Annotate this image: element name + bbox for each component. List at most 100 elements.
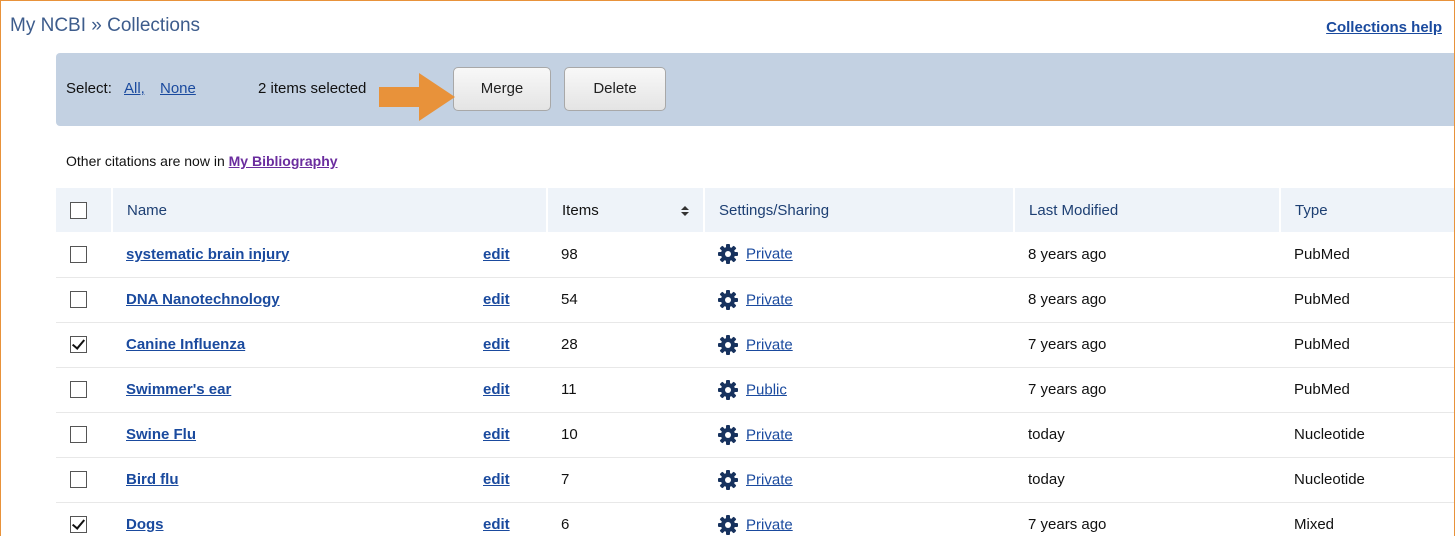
table-row: Swine Flu edit 10 Private today Nucleoti… [56,412,1454,458]
gear-icon[interactable] [718,469,739,490]
row-select-cell [56,232,112,278]
notice-text: Other citations are now in [66,153,229,169]
table-header-row: Name Items Settings/Sharing Last Modifie… [56,188,1454,232]
sharing-link[interactable]: Public [746,381,787,398]
row-edit-cell: edit [469,412,548,458]
row-name-cell: Canine Influenza [112,322,469,368]
row-sharing-cell: Private [704,457,1015,503]
row-items-cell: 54 [547,277,705,323]
row-checkbox[interactable] [70,426,87,444]
sharing-link[interactable]: Private [746,516,793,533]
edit-link[interactable]: edit [483,336,510,353]
edit-link[interactable]: edit [483,246,510,263]
row-modified-cell: 8 years ago [1014,277,1281,323]
row-select-cell [56,502,112,536]
table-row: Bird flu edit 7 Private today Nucleotide [56,457,1454,503]
column-header-items[interactable]: Items [547,188,706,232]
row-type-cell: PubMed [1280,232,1454,278]
row-sharing-cell: Private [704,322,1015,368]
select-all-header [56,188,113,232]
edit-link[interactable]: edit [483,471,510,488]
row-modified-cell: 7 years ago [1014,322,1281,368]
gear-icon[interactable] [718,514,739,535]
sharing-link[interactable]: Private [746,471,793,488]
row-name-cell: DNA Nanotechnology [112,277,469,323]
row-modified-cell: 8 years ago [1014,232,1281,278]
select-all-checkbox[interactable] [70,201,87,219]
row-checkbox[interactable] [70,336,87,354]
gear-icon[interactable] [718,379,739,400]
row-items-cell: 7 [547,457,705,503]
sharing-link[interactable]: Private [746,246,793,263]
table-row: DNA Nanotechnology edit 54 Private 8 yea… [56,277,1454,323]
page-title: My NCBI » Collections [10,15,200,37]
column-header-type[interactable]: Type [1280,188,1454,232]
row-type-cell: PubMed [1280,322,1454,368]
column-header-name[interactable]: Name [112,188,549,232]
select-none-link[interactable]: None [160,80,196,97]
breadcrumb-collections: Collections [107,15,201,36]
collection-name-link[interactable]: Swine Flu [126,426,196,443]
collection-name-link[interactable]: Swimmer's ear [126,381,231,398]
row-checkbox[interactable] [70,291,87,309]
row-edit-cell: edit [469,502,548,536]
row-edit-cell: edit [469,322,548,368]
collection-name-link[interactable]: DNA Nanotechnology [126,291,280,308]
select-label: Select: [66,80,112,97]
row-checkbox[interactable] [70,471,87,489]
collection-name-link[interactable]: Bird flu [126,471,179,488]
gear-icon[interactable] [718,334,739,355]
column-header-last-modified[interactable]: Last Modified [1014,188,1282,232]
row-edit-cell: edit [469,367,548,413]
row-type-cell: Nucleotide [1280,412,1454,458]
row-items-cell: 6 [547,502,705,536]
row-edit-cell: edit [469,232,548,278]
delete-button[interactable]: Delete [564,67,666,111]
edit-link[interactable]: edit [483,381,510,398]
row-items-cell: 11 [547,367,705,413]
row-name-cell: Swine Flu [112,412,469,458]
breadcrumb-my-ncbi[interactable]: My NCBI [10,15,86,36]
row-checkbox[interactable] [70,246,87,264]
sort-icon[interactable] [681,206,690,216]
gear-icon[interactable] [718,289,739,310]
gear-icon[interactable] [718,424,739,445]
collections-help-link[interactable]: Collections help [1326,19,1442,36]
row-modified-cell: today [1014,457,1281,503]
my-bibliography-link[interactable]: My Bibliography [229,153,338,169]
merge-button[interactable]: Merge [453,67,551,111]
sharing-link[interactable]: Private [746,291,793,308]
row-name-cell: systematic brain injury [112,232,469,278]
row-sharing-cell: Public [704,367,1015,413]
row-name-cell: Swimmer's ear [112,367,469,413]
breadcrumb-separator: » [86,15,108,36]
sharing-link[interactable]: Private [746,336,793,353]
collection-name-link[interactable]: Canine Influenza [126,336,245,353]
collections-table: Name Items Settings/Sharing Last Modifie… [56,188,1454,536]
row-type-cell: Mixed [1280,502,1454,536]
gear-icon[interactable] [718,244,739,265]
page-frame: My NCBI » Collections Collections help S… [0,0,1455,536]
table-row: systematic brain injury edit 98 Private … [56,232,1454,278]
table-row: Canine Influenza edit 28 Private 7 years… [56,322,1454,368]
row-select-cell [56,277,112,323]
row-checkbox[interactable] [70,381,87,399]
row-type-cell: PubMed [1280,367,1454,413]
pointer-arrow-icon [379,73,455,121]
edit-link[interactable]: edit [483,516,510,533]
collection-name-link[interactable]: systematic brain injury [126,246,289,263]
sharing-link[interactable]: Private [746,426,793,443]
row-select-cell [56,412,112,458]
edit-link[interactable]: edit [483,291,510,308]
row-checkbox[interactable] [70,516,87,534]
bibliography-notice: Other citations are now in My Bibliograp… [66,153,338,169]
collection-name-link[interactable]: Dogs [126,516,164,533]
row-modified-cell: 7 years ago [1014,367,1281,413]
row-type-cell: Nucleotide [1280,457,1454,503]
edit-link[interactable]: edit [483,426,510,443]
column-header-settings[interactable]: Settings/Sharing [704,188,1016,232]
row-sharing-cell: Private [704,232,1015,278]
row-modified-cell: 7 years ago [1014,502,1281,536]
row-sharing-cell: Private [704,412,1015,458]
select-all-link[interactable]: All, [124,80,145,97]
